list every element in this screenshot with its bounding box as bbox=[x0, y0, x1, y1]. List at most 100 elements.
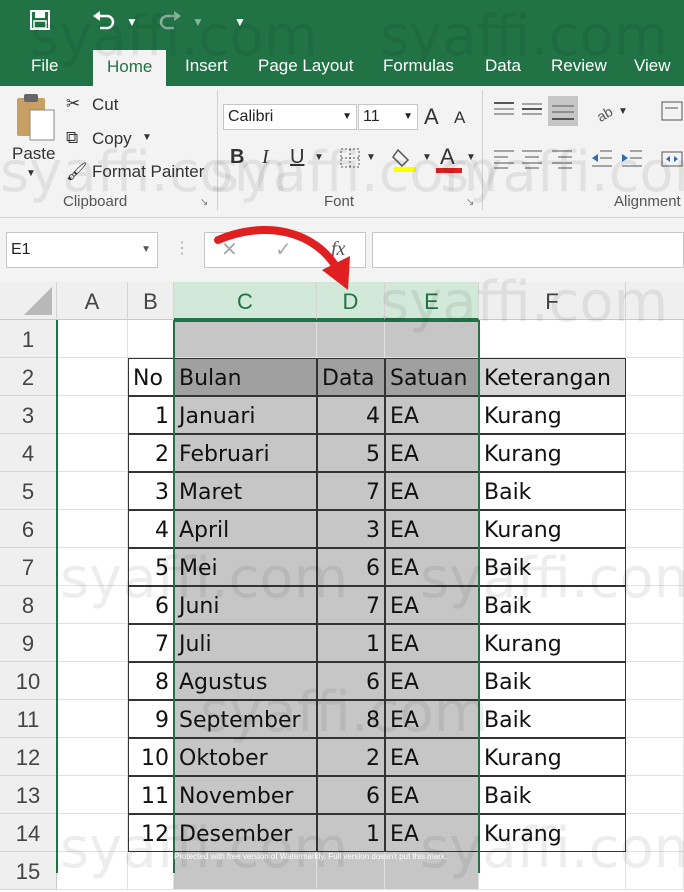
cell[interactable] bbox=[626, 624, 684, 662]
table-cell[interactable]: 3 bbox=[128, 472, 174, 510]
cell[interactable] bbox=[479, 320, 626, 358]
cell[interactable] bbox=[626, 586, 684, 624]
table-cell[interactable]: 8 bbox=[317, 700, 385, 738]
cell[interactable] bbox=[626, 358, 684, 396]
align-left-icon[interactable] bbox=[492, 148, 516, 175]
row-header[interactable]: 9 bbox=[0, 624, 57, 662]
column-header-a[interactable]: A bbox=[57, 282, 128, 320]
orientation-icon[interactable]: ab bbox=[594, 100, 618, 127]
table-cell[interactable]: 2 bbox=[317, 738, 385, 776]
tab-page-layout[interactable]: Page Layout bbox=[258, 46, 353, 86]
font-family-select[interactable]: Calibri ▼ bbox=[223, 104, 357, 130]
align-right-icon[interactable] bbox=[550, 148, 574, 175]
cell[interactable] bbox=[626, 814, 684, 852]
table-cell[interactable]: Kurang bbox=[479, 624, 626, 662]
copy-dropdown-icon[interactable]: ▼ bbox=[142, 132, 152, 143]
customize-qat-icon[interactable]: ▼ bbox=[234, 10, 246, 34]
table-cell[interactable]: Baik bbox=[479, 700, 626, 738]
table-cell[interactable]: 7 bbox=[317, 472, 385, 510]
row-header[interactable]: 14 bbox=[0, 814, 57, 852]
name-box[interactable]: E1 ▼ bbox=[6, 232, 158, 268]
table-cell[interactable]: EA bbox=[385, 776, 479, 814]
cell[interactable] bbox=[385, 320, 479, 358]
cell[interactable] bbox=[626, 662, 684, 700]
format-painter-button[interactable]: Format Painter bbox=[92, 162, 204, 182]
italic-button[interactable]: I bbox=[262, 146, 269, 169]
increase-indent-icon[interactable] bbox=[620, 148, 644, 175]
table-cell[interactable]: 11 bbox=[128, 776, 174, 814]
fill-color-icon[interactable] bbox=[392, 146, 418, 177]
table-cell[interactable]: 5 bbox=[128, 548, 174, 586]
table-cell[interactable]: 5 bbox=[317, 434, 385, 472]
cut-button[interactable]: Cut bbox=[92, 95, 118, 115]
table-cell[interactable]: April bbox=[174, 510, 317, 548]
cell[interactable] bbox=[626, 472, 684, 510]
column-header-f[interactable]: F bbox=[479, 282, 626, 320]
table-cell[interactable]: Baik bbox=[479, 548, 626, 586]
table-header-cell[interactable]: Satuan bbox=[385, 358, 479, 396]
table-cell[interactable]: 12 bbox=[128, 814, 174, 852]
paste-button[interactable]: Paste bbox=[12, 144, 55, 164]
undo-icon[interactable] bbox=[92, 10, 116, 38]
tab-view[interactable]: View bbox=[634, 46, 671, 86]
table-cell[interactable]: EA bbox=[385, 472, 479, 510]
row-header[interactable]: 1 bbox=[0, 320, 57, 358]
table-cell[interactable]: EA bbox=[385, 548, 479, 586]
table-cell[interactable]: 6 bbox=[128, 586, 174, 624]
cell[interactable] bbox=[57, 776, 128, 814]
cell[interactable] bbox=[626, 396, 684, 434]
table-cell[interactable]: EA bbox=[385, 624, 479, 662]
table-cell[interactable]: Baik bbox=[479, 662, 626, 700]
table-cell[interactable]: Januari bbox=[174, 396, 317, 434]
table-cell[interactable]: 7 bbox=[317, 586, 385, 624]
underline-button[interactable]: U bbox=[290, 146, 304, 169]
cell[interactable] bbox=[626, 320, 684, 358]
table-cell[interactable]: November bbox=[174, 776, 317, 814]
table-cell[interactable]: Kurang bbox=[479, 434, 626, 472]
table-cell[interactable]: EA bbox=[385, 738, 479, 776]
copy-button[interactable]: Copy bbox=[92, 129, 132, 149]
borders-icon[interactable] bbox=[340, 148, 360, 173]
table-cell[interactable]: Agustus bbox=[174, 662, 317, 700]
tab-data[interactable]: Data bbox=[485, 46, 521, 86]
tab-file[interactable]: File bbox=[31, 46, 58, 86]
font-color-dropdown-icon[interactable]: ▼ bbox=[466, 152, 476, 163]
table-cell[interactable]: EA bbox=[385, 510, 479, 548]
cell[interactable] bbox=[626, 510, 684, 548]
table-cell[interactable]: 3 bbox=[317, 510, 385, 548]
cell[interactable] bbox=[57, 396, 128, 434]
table-cell[interactable]: EA bbox=[385, 700, 479, 738]
tab-insert[interactable]: Insert bbox=[185, 46, 228, 86]
table-cell[interactable]: Kurang bbox=[479, 814, 626, 852]
table-cell[interactable]: September bbox=[174, 700, 317, 738]
copy-icon[interactable]: ⧉ bbox=[66, 128, 78, 148]
row-header[interactable]: 3 bbox=[0, 396, 57, 434]
cell[interactable] bbox=[57, 624, 128, 662]
table-cell[interactable]: 6 bbox=[317, 662, 385, 700]
wrap-text-icon[interactable] bbox=[660, 100, 684, 127]
row-header[interactable]: 12 bbox=[0, 738, 57, 776]
underline-dropdown-icon[interactable]: ▼ bbox=[314, 152, 324, 163]
table-cell[interactable]: 10 bbox=[128, 738, 174, 776]
table-cell[interactable]: 1 bbox=[317, 624, 385, 662]
column-header-e[interactable]: E bbox=[385, 282, 479, 320]
table-header-cell[interactable]: Bulan bbox=[174, 358, 317, 396]
paste-dropdown-icon[interactable]: ▼ bbox=[26, 168, 36, 179]
table-cell[interactable]: 8 bbox=[128, 662, 174, 700]
cell[interactable] bbox=[57, 738, 128, 776]
cell[interactable] bbox=[57, 472, 128, 510]
undo-dropdown-icon[interactable]: ▼ bbox=[126, 10, 138, 34]
merge-center-icon[interactable] bbox=[660, 148, 684, 175]
table-cell[interactable]: Februari bbox=[174, 434, 317, 472]
cell[interactable] bbox=[57, 358, 128, 396]
row-header[interactable]: 13 bbox=[0, 776, 57, 814]
select-all-corner[interactable] bbox=[0, 282, 57, 320]
column-header-b[interactable]: B bbox=[128, 282, 174, 320]
middle-align-icon[interactable] bbox=[520, 100, 544, 123]
table-cell[interactable]: 1 bbox=[317, 814, 385, 852]
cell[interactable] bbox=[174, 320, 317, 358]
table-cell[interactable]: 7 bbox=[128, 624, 174, 662]
font-color-icon[interactable]: A bbox=[440, 144, 455, 170]
table-header-cell[interactable]: Data bbox=[317, 358, 385, 396]
cell[interactable] bbox=[57, 852, 128, 890]
